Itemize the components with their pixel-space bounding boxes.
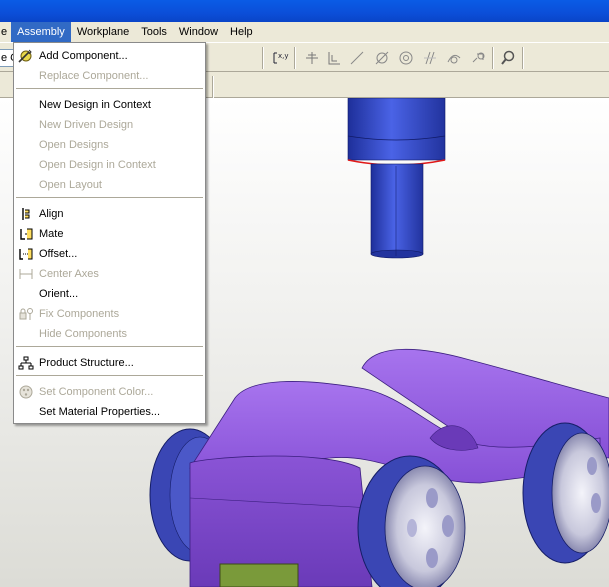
menu-set-material-properties[interactable]: Set Material Properties... <box>14 402 205 422</box>
toolbar-separator <box>262 47 264 69</box>
menu-center-axes[interactable]: Center Axes <box>14 264 205 284</box>
menu-separator <box>16 346 203 348</box>
menu-open-layout[interactable]: Open Layout <box>14 175 205 195</box>
align-tool-icon[interactable] <box>302 49 322 67</box>
menu-separator <box>16 197 203 199</box>
menu-add-component[interactable]: Add Component... <box>14 46 205 66</box>
toolbar-separator <box>294 47 296 69</box>
menu-orient[interactable]: Orient... <box>14 284 205 304</box>
menu-edit-cut[interactable]: e <box>0 22 11 42</box>
toolbar-separator <box>212 76 214 98</box>
menu-new-driven-design[interactable]: New Driven Design <box>14 115 205 135</box>
mate-tool-icon[interactable] <box>324 49 344 67</box>
svg-text:x,y: x,y <box>278 52 289 60</box>
menu-fix-components[interactable]: Fix Components <box>14 304 205 324</box>
toolbar-separator <box>492 47 494 69</box>
align-icon <box>17 206 35 222</box>
relations-icon[interactable]: x,y <box>270 49 290 67</box>
add-component-icon <box>17 48 35 64</box>
menu-offset[interactable]: Offset... <box>14 244 205 264</box>
menu-open-designs[interactable]: Open Designs <box>14 135 205 155</box>
find-icon[interactable] <box>498 49 518 67</box>
menu-hide-components[interactable]: Hide Components <box>14 324 205 344</box>
offset-tool-icon[interactable] <box>347 49 367 67</box>
menu-align[interactable]: Align <box>14 204 205 224</box>
tangent-tool-icon[interactable] <box>444 49 464 67</box>
shaft-part[interactable] <box>347 98 446 259</box>
link-tool-icon[interactable] <box>468 49 488 67</box>
assembly-menu: Add Component... Replace Component... Ne… <box>13 42 206 424</box>
menu-bar: e Assembly Workplane Tools Window Help <box>0 22 609 42</box>
menu-workplane[interactable]: Workplane <box>71 22 135 42</box>
menu-new-design-in-context[interactable]: New Design in Context <box>14 95 205 115</box>
menu-mate[interactable]: Mate <box>14 224 205 244</box>
rear-wheel[interactable] <box>522 422 609 564</box>
fix-components-icon <box>17 306 35 322</box>
menu-replace-component[interactable]: Replace Component... <box>14 66 205 86</box>
component-color-icon <box>17 384 35 400</box>
insert-tool-icon[interactable] <box>396 49 416 67</box>
menu-assembly[interactable]: Assembly <box>11 22 71 42</box>
menu-set-component-color[interactable]: Set Component Color... <box>14 382 205 402</box>
menu-separator <box>16 88 203 90</box>
menu-product-structure[interactable]: Product Structure... <box>14 353 205 373</box>
parallel-tool-icon[interactable] <box>420 49 440 67</box>
menu-separator <box>16 375 203 377</box>
title-bar <box>0 0 609 22</box>
menu-window[interactable]: Window <box>173 22 224 42</box>
offset-icon <box>17 246 35 262</box>
angle-tool-icon[interactable] <box>372 49 392 67</box>
mate-icon <box>17 226 35 242</box>
toolbar-separator <box>522 47 524 69</box>
menu-help[interactable]: Help <box>224 22 259 42</box>
menu-tools[interactable]: Tools <box>135 22 173 42</box>
center-axes-icon <box>17 266 35 282</box>
menu-open-design-in-context[interactable]: Open Design in Context <box>14 155 205 175</box>
product-structure-icon <box>17 355 35 371</box>
